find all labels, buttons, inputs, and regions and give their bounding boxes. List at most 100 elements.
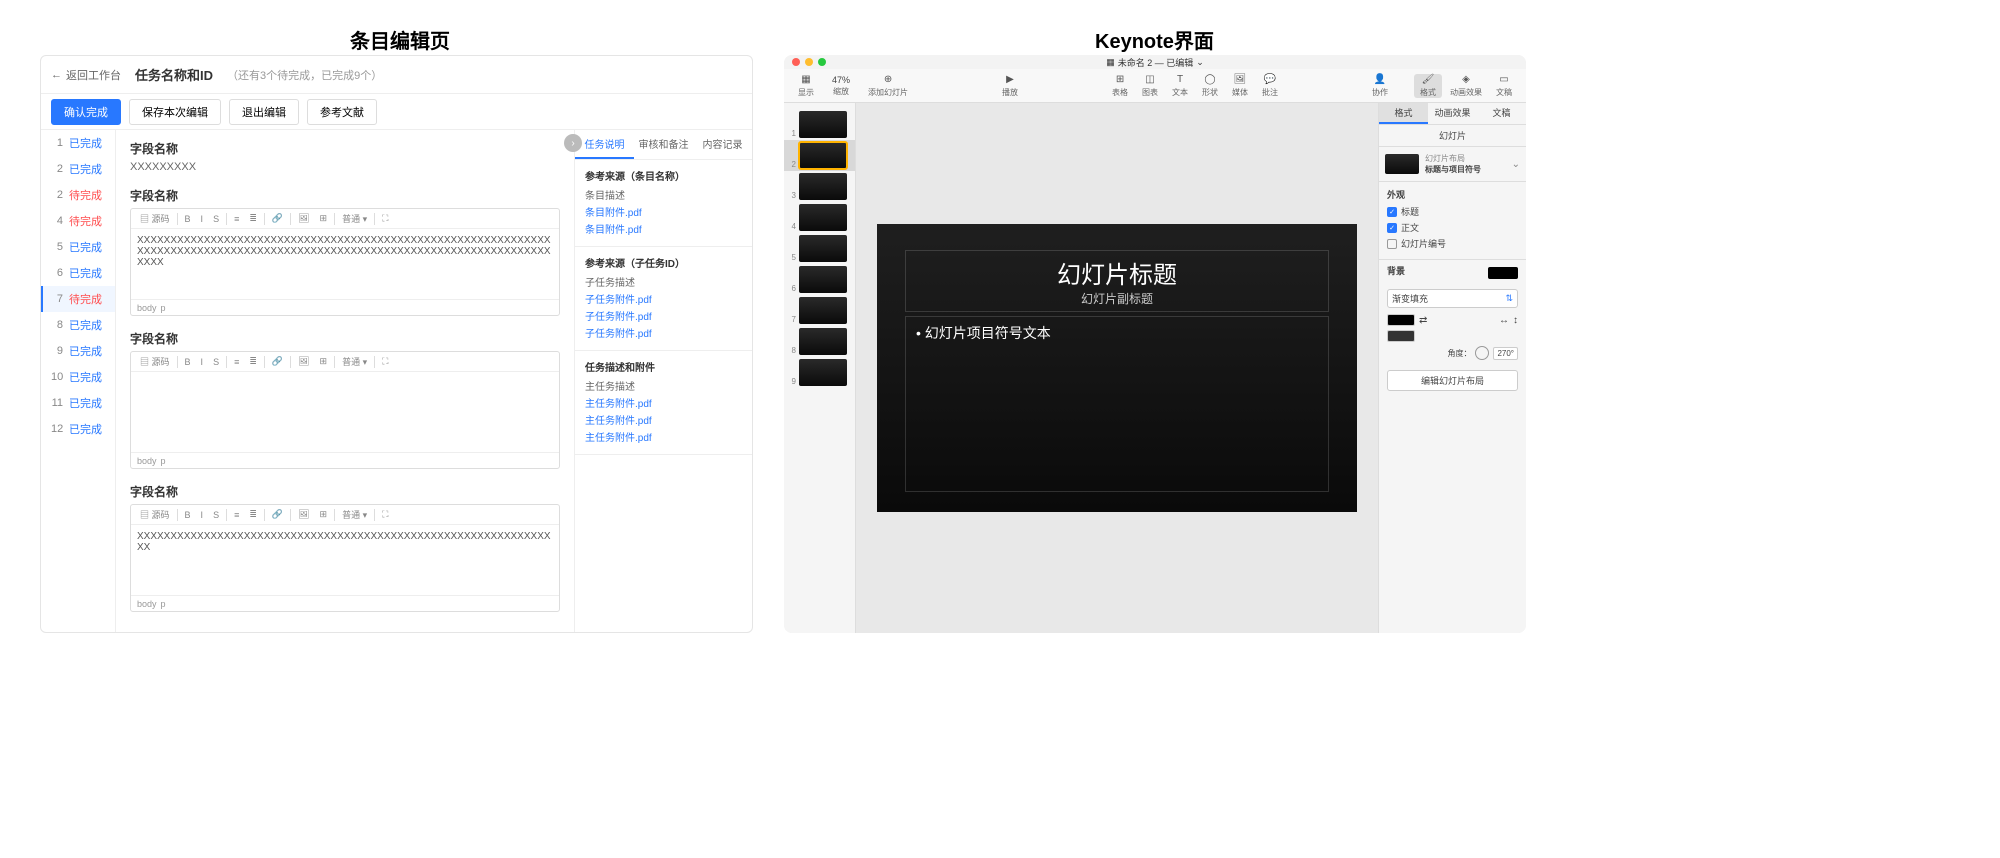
- add-slide-button[interactable]: ⊕添加幻灯片: [862, 74, 914, 98]
- strike-btn[interactable]: S: [210, 510, 222, 520]
- slide-thumbnail-row[interactable]: 5: [784, 233, 855, 264]
- inspector-tab-format[interactable]: 格式: [1379, 103, 1428, 124]
- ref-link[interactable]: 主任务附件.pdf: [585, 429, 742, 444]
- slide-thumbnail[interactable]: [799, 173, 847, 200]
- image-btn[interactable]: 🖼: [295, 509, 312, 520]
- link-btn[interactable]: 🔗: [269, 509, 286, 520]
- slide-canvas[interactable]: 幻灯片标题 幻灯片副标题 • 幻灯片项目符号文本: [856, 103, 1378, 633]
- checkbox-title[interactable]: ✓标题: [1387, 205, 1518, 218]
- slide-thumbnail[interactable]: [799, 328, 847, 355]
- maximize-window-icon[interactable]: [818, 58, 826, 66]
- source-btn[interactable]: ▤ 源码: [137, 508, 173, 521]
- image-btn[interactable]: 🖼: [295, 356, 312, 367]
- italic-btn[interactable]: I: [198, 214, 207, 224]
- sidebar-item[interactable]: 6已完成: [41, 260, 115, 286]
- editor-textarea[interactable]: XXXXXXXXXXXXXXXXXXXXXXXXXXXXXXXXXXXXXXXX…: [131, 229, 559, 299]
- inspector-tab-animate[interactable]: 动画效果: [1428, 103, 1477, 124]
- ref-link[interactable]: 子任务附件.pdf: [585, 325, 742, 340]
- list-btn[interactable]: ≡: [231, 357, 242, 367]
- italic-btn[interactable]: I: [198, 357, 207, 367]
- back-button[interactable]: ← 返回工作台: [51, 67, 121, 83]
- sidebar-item[interactable]: 8已完成: [41, 312, 115, 338]
- slide-title-box[interactable]: 幻灯片标题 幻灯片副标题: [905, 250, 1329, 312]
- slide-title[interactable]: 幻灯片标题: [910, 255, 1324, 290]
- slide-thumbnail-row[interactable]: 2: [784, 140, 855, 171]
- fill-type-select[interactable]: 渐变填充 ⇅: [1387, 289, 1518, 308]
- sidebar-item[interactable]: 10已完成: [41, 364, 115, 390]
- link-btn[interactable]: 🔗: [269, 213, 286, 224]
- play-button[interactable]: ▶播放: [996, 74, 1024, 98]
- minimize-window-icon[interactable]: [805, 58, 813, 66]
- expand-btn[interactable]: ⛶: [379, 509, 391, 520]
- slide-thumbnail[interactable]: [799, 111, 847, 138]
- swap-icon[interactable]: ⇄: [1419, 315, 1427, 326]
- italic-btn[interactable]: I: [198, 510, 207, 520]
- list-btn[interactable]: ≡: [231, 510, 242, 520]
- gradient-stop-1[interactable]: [1387, 314, 1415, 326]
- image-btn[interactable]: 🖼: [295, 213, 312, 224]
- expand-btn[interactable]: ⛶: [379, 213, 391, 224]
- olist-btn[interactable]: ≣: [246, 213, 260, 224]
- document-button[interactable]: ▭文稿: [1490, 74, 1518, 98]
- slide-thumbnail-row[interactable]: 4: [784, 202, 855, 233]
- sidebar-item[interactable]: 11已完成: [41, 390, 115, 416]
- slide-thumbnail[interactable]: [799, 142, 847, 169]
- checkbox-slide-number[interactable]: 幻灯片编号: [1387, 237, 1518, 250]
- ref-link[interactable]: 条目附件.pdf: [585, 204, 742, 219]
- slide-thumbnail-row[interactable]: 1: [784, 109, 855, 140]
- tab-content-log[interactable]: 内容记录: [693, 130, 752, 159]
- ref-link[interactable]: 子任务附件.pdf: [585, 308, 742, 323]
- strike-btn[interactable]: S: [210, 214, 222, 224]
- slide[interactable]: 幻灯片标题 幻灯片副标题 • 幻灯片项目符号文本: [877, 224, 1357, 512]
- slide-thumbnail[interactable]: [799, 359, 847, 386]
- inspector-tab-document[interactable]: 文稿: [1477, 103, 1526, 124]
- olist-btn[interactable]: ≣: [246, 356, 260, 367]
- strike-btn[interactable]: S: [210, 357, 222, 367]
- comment-button[interactable]: 💬批注: [1256, 74, 1284, 98]
- sidebar-item[interactable]: 9已完成: [41, 338, 115, 364]
- save-button[interactable]: 保存本次编辑: [129, 99, 221, 125]
- expand-btn[interactable]: ⛶: [379, 356, 391, 367]
- slide-layout-picker[interactable]: 幻灯片布局 标题与项目符号 ⌄: [1379, 147, 1526, 182]
- olist-btn[interactable]: ≣: [246, 509, 260, 520]
- sidebar-item[interactable]: 1已完成: [41, 130, 115, 156]
- table-btn[interactable]: ⊞: [317, 213, 331, 224]
- slide-thumbnail-row[interactable]: 3: [784, 171, 855, 202]
- zoom-select[interactable]: 47%缩放: [822, 74, 860, 98]
- angle-value[interactable]: 270°: [1493, 347, 1518, 360]
- ref-link[interactable]: 条目附件.pdf: [585, 221, 742, 236]
- table-button[interactable]: ⊞表格: [1106, 74, 1134, 98]
- flip-h-icon[interactable]: ↔: [1499, 315, 1509, 326]
- flip-v-icon[interactable]: ↕: [1513, 315, 1518, 326]
- tab-task-desc[interactable]: 任务说明: [575, 130, 634, 159]
- slide-body-box[interactable]: • 幻灯片项目符号文本: [905, 316, 1329, 492]
- refs-button[interactable]: 参考文献: [307, 99, 377, 125]
- bold-btn[interactable]: B: [182, 357, 194, 367]
- table-btn[interactable]: ⊞: [317, 509, 331, 520]
- slide-thumbnail[interactable]: [799, 266, 847, 293]
- editor-textarea[interactable]: [131, 372, 559, 452]
- format-button[interactable]: 🖌格式: [1414, 74, 1442, 98]
- format-select[interactable]: 普通 ▾: [339, 212, 370, 225]
- slide-thumbnail[interactable]: [799, 204, 847, 231]
- sidebar-item[interactable]: 12已完成: [41, 416, 115, 442]
- text-button[interactable]: T文本: [1166, 74, 1194, 98]
- sidebar-item[interactable]: 7待完成: [41, 286, 115, 312]
- angle-dial[interactable]: [1475, 346, 1489, 360]
- table-btn[interactable]: ⊞: [317, 356, 331, 367]
- chart-button[interactable]: ◫图表: [1136, 74, 1164, 98]
- media-button[interactable]: 🖼媒体: [1226, 74, 1254, 98]
- exit-button[interactable]: 退出编辑: [229, 99, 299, 125]
- sidebar-item[interactable]: 2待完成: [41, 182, 115, 208]
- document-title[interactable]: ▦ 未命名 2 — 已编辑 ⌄: [1106, 56, 1204, 69]
- checkbox-body[interactable]: ✓正文: [1387, 221, 1518, 234]
- view-button[interactable]: ▦显示: [792, 74, 820, 98]
- animate-button[interactable]: ◈动画效果: [1444, 74, 1488, 98]
- ref-link[interactable]: 子任务附件.pdf: [585, 291, 742, 306]
- source-btn[interactable]: ▤ 源码: [137, 212, 173, 225]
- ref-link[interactable]: 主任务附件.pdf: [585, 395, 742, 410]
- slide-thumbnail-row[interactable]: 7: [784, 295, 855, 326]
- sidebar-item[interactable]: 4待完成: [41, 208, 115, 234]
- link-btn[interactable]: 🔗: [269, 356, 286, 367]
- gradient-stop-2[interactable]: [1387, 330, 1415, 342]
